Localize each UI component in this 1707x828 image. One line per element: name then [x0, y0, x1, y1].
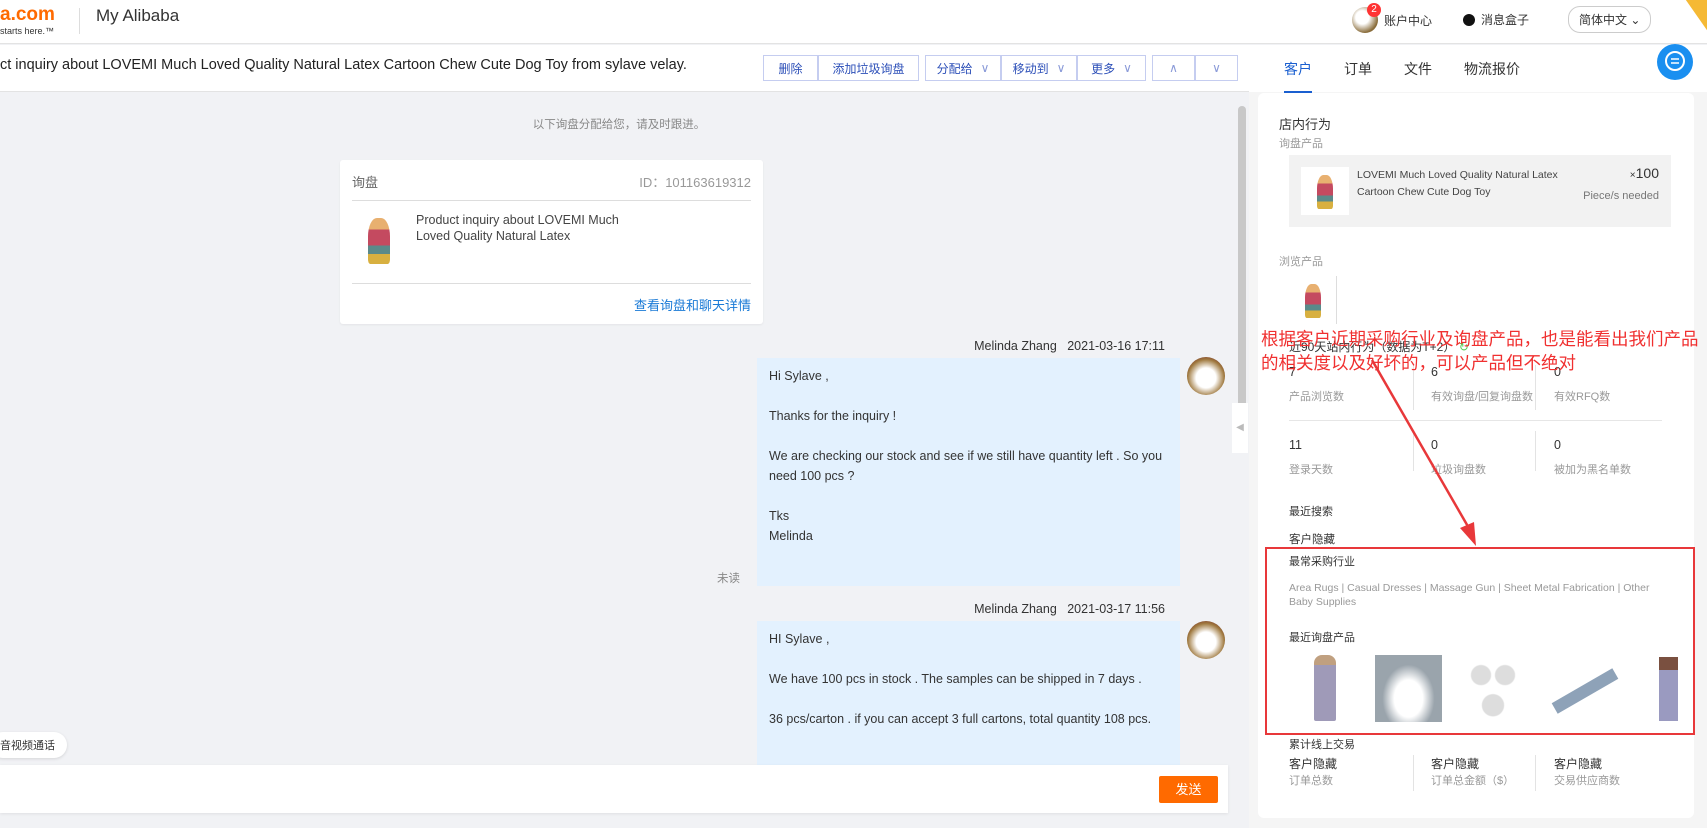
annotation-highlight-box: [1265, 547, 1695, 735]
chat-bubble-icon[interactable]: [1657, 44, 1693, 80]
